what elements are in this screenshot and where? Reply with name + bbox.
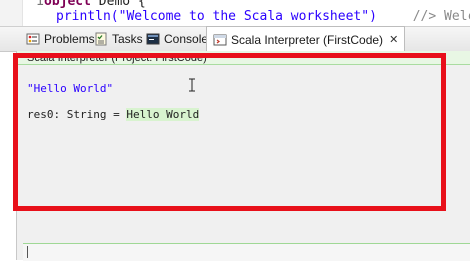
tasks-icon <box>94 32 108 46</box>
code-editor[interactable]: 1 object Demo { println("Welcome to the … <box>0 0 470 26</box>
code-line-1: object Demo { <box>44 0 146 9</box>
tab-tasks[interactable]: Tasks <box>94 27 143 51</box>
input-caret <box>27 246 28 258</box>
tab-label: Problems <box>44 32 95 46</box>
tab-problems[interactable]: Problems <box>26 27 95 51</box>
console-icon <box>146 32 160 46</box>
close-icon[interactable]: ✕ <box>389 33 398 46</box>
keyword-object: object <box>44 0 91 9</box>
highlight-box <box>13 53 446 211</box>
editor-gutter <box>0 0 23 26</box>
tab-label: Console <box>164 32 209 46</box>
code-println: println("Welcome to the Scala worksheet"… <box>56 9 377 24</box>
code-line-2: println("Welcome to the Scala worksheet"… <box>56 9 470 24</box>
problems-icon <box>26 32 40 46</box>
tab-scala-interpreter[interactable]: Scala Interpreter (FirstCode) ✕ <box>206 26 406 52</box>
tab-label: Scala Interpreter (FirstCode) <box>231 32 384 47</box>
scala-interpreter-icon <box>213 33 227 47</box>
tab-label: Tasks <box>112 32 143 46</box>
tab-console[interactable]: Console <box>146 27 208 51</box>
object-name: Demo { <box>98 0 146 9</box>
view-tab-bar: Problems Tasks Console Scala Interpreter… <box>0 26 470 52</box>
code-comment: //> Welcome <box>412 9 470 24</box>
interpreter-input[interactable] <box>23 243 470 261</box>
